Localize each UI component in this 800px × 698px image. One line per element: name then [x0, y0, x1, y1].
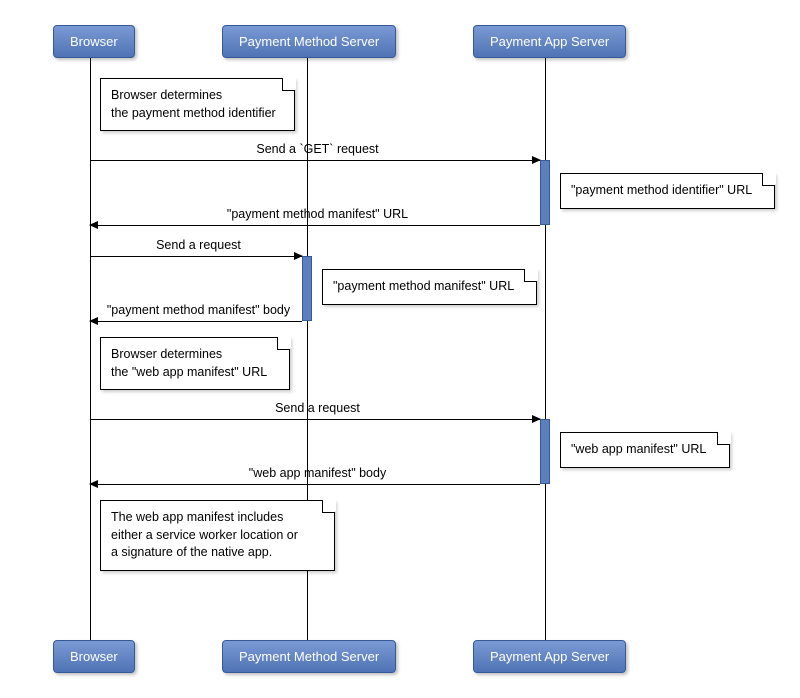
note-wam-includes: The web app manifest includes either a s… — [100, 500, 335, 571]
note-text: "web app manifest" URL — [571, 442, 706, 456]
note-text: "payment method identifier" URL — [571, 183, 752, 197]
participant-browser-bottom: Browser — [53, 640, 135, 673]
participant-app-server-bottom: Payment App Server — [473, 640, 626, 673]
message-label-pmm-url: "payment method manifest" URL — [90, 207, 545, 221]
participant-app-server-top: Payment App Server — [473, 25, 626, 58]
note-browser-determines-pmi: Browser determines the payment method id… — [100, 78, 295, 131]
participant-browser-top: Browser — [53, 25, 135, 58]
note-browser-determines-wam: Browser determines the "web app manifest… — [100, 337, 290, 390]
message-arrow-send-request-2 — [90, 419, 540, 420]
note-text: Browser determines — [111, 88, 222, 102]
note-wam-url: "web app manifest" URL — [560, 432, 730, 468]
note-text: the "web app manifest" URL — [111, 365, 267, 379]
message-arrow-send-request-1 — [90, 256, 302, 257]
participant-method-server-bottom: Payment Method Server — [222, 640, 396, 673]
message-label-pmm-body: "payment method manifest" body — [90, 303, 307, 317]
message-arrow-pmm-url — [90, 225, 540, 226]
sequence-diagram: Browser Payment Method Server Payment Ap… — [0, 0, 800, 698]
note-text: a signature of the native app. — [111, 545, 272, 559]
note-text: the payment method identifier — [111, 106, 276, 120]
note-text: "payment method manifest" URL — [333, 279, 514, 293]
lifeline-app-server — [545, 55, 546, 645]
message-label-send-request-1: Send a request — [90, 238, 307, 252]
note-pmi-url: "payment method identifier" URL — [560, 173, 775, 209]
note-pmm-url: "payment method manifest" URL — [322, 269, 537, 305]
message-label-wam-body: "web app manifest" body — [90, 466, 545, 480]
note-text: either a service worker location or — [111, 528, 298, 542]
message-label-send-request-2: Send a request — [90, 401, 545, 415]
participant-method-server-top: Payment Method Server — [222, 25, 396, 58]
message-arrow-pmm-body — [90, 321, 302, 322]
message-arrow-wam-body — [90, 484, 540, 485]
note-text: The web app manifest includes — [111, 510, 283, 524]
note-text: Browser determines — [111, 347, 222, 361]
message-label-get-request: Send a `GET` request — [90, 142, 545, 156]
message-arrow-get-request — [90, 160, 540, 161]
